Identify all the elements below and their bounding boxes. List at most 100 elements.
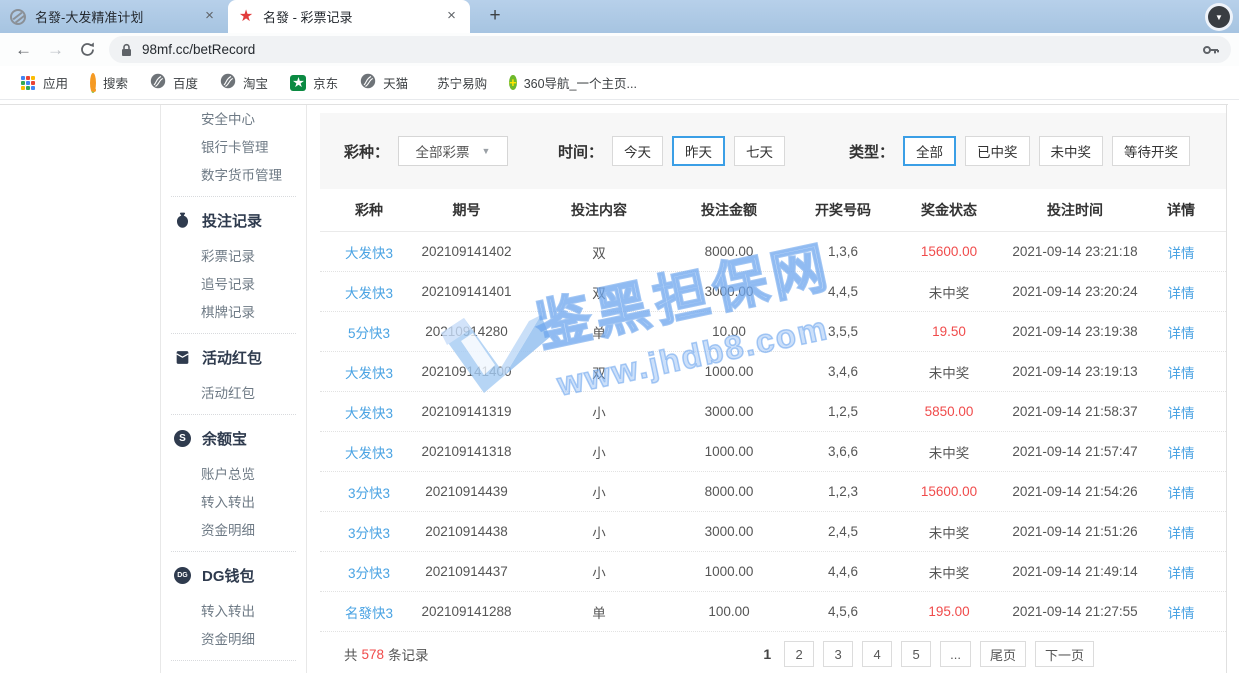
detail-link[interactable]: 详情 — [1149, 522, 1213, 542]
detail-link[interactable]: 详情 — [1149, 402, 1213, 422]
tab-plan[interactable]: 名發-大发精准计划 × — [0, 0, 228, 33]
cell-content: 小 — [529, 442, 669, 462]
column-header: 投注时间 — [1001, 200, 1149, 220]
lottery-select[interactable]: 全部彩票 ▼ — [398, 136, 508, 166]
time-filter-button-2[interactable]: 七天 — [734, 136, 785, 166]
type-filter-label: 类型： — [849, 141, 894, 162]
sidebar-item-label: 追号记录 — [201, 277, 255, 292]
type-filter-button-3[interactable]: 等待开奖 — [1112, 136, 1190, 166]
cell-lottery[interactable]: 5分快3 — [334, 322, 404, 342]
tab-title: 名發 - 彩票记录 — [263, 7, 437, 26]
type-filter-button-1[interactable]: 已中奖 — [965, 136, 1030, 166]
close-tab-icon[interactable]: × — [443, 8, 460, 25]
chevron-down-icon: ▼ — [482, 146, 491, 156]
cell-lottery[interactable]: 3分快3 — [334, 482, 404, 502]
sidebar-section-4[interactable]: 投注记录 — [161, 203, 306, 237]
sidebar-item-18[interactable]: 转入转出 — [161, 598, 306, 626]
back-button[interactable]: ← — [15, 41, 32, 58]
type-filter-button-0[interactable]: 全部 — [903, 136, 956, 166]
cell-amount: 3000.00 — [669, 284, 789, 299]
reload-icon[interactable] — [79, 41, 96, 58]
sidebar-item-label: DG钱包 — [202, 565, 255, 586]
cell-lottery[interactable]: 大发快3 — [334, 442, 404, 462]
page-last-button[interactable]: 尾页 — [980, 641, 1026, 667]
cell-numbers: 1,3,6 — [789, 244, 897, 259]
detail-link[interactable]: 详情 — [1149, 362, 1213, 382]
cell-lottery[interactable]: 大发快3 — [334, 362, 404, 382]
sidebar-section-17[interactable]: DGDG钱包 — [161, 558, 306, 592]
bookmarks-bar: 应用搜索百度淘宝京东天猫苏宁易购+360导航_一个主页... — [0, 66, 1239, 100]
tab-bet-record[interactable]: ★ 名發 - 彩票记录 × — [228, 0, 470, 33]
browser-control-button[interactable]: ▼ — [1205, 3, 1233, 31]
sidebar-item-15[interactable]: 资金明细 — [161, 517, 306, 545]
cell-lottery[interactable]: 大发快3 — [334, 242, 404, 262]
cell-content: 小 — [529, 482, 669, 502]
key-icon[interactable] — [1202, 43, 1220, 57]
bookmark-item[interactable]: 淘宝 — [209, 73, 279, 92]
sidebar-item-19[interactable]: 资金明细 — [161, 626, 306, 654]
cell-lottery[interactable]: 3分快3 — [334, 562, 404, 582]
table-row: 名發快3202109141288单100.004,5,6195.002021-0… — [320, 592, 1226, 632]
new-tab-button[interactable]: + — [482, 5, 508, 29]
bookmark-item[interactable]: 应用 — [9, 73, 79, 92]
bookmark-item[interactable]: 京东 — [279, 73, 349, 92]
page-button-5[interactable]: 5 — [901, 641, 931, 667]
sidebar-divider — [171, 196, 296, 197]
close-tab-icon[interactable]: × — [201, 8, 218, 25]
lottery-select-value: 全部彩票 — [416, 141, 470, 161]
detail-link[interactable]: 详情 — [1149, 562, 1213, 582]
cell-issue: 202109141318 — [404, 444, 529, 459]
detail-link[interactable]: 详情 — [1149, 282, 1213, 302]
page-button-4[interactable]: 4 — [862, 641, 892, 667]
chevron-down-icon: ▼ — [1208, 6, 1230, 28]
url-text[interactable]: 98mf.cc/betRecord — [142, 42, 1202, 57]
cell-content: 双 — [529, 242, 669, 262]
sidebar-item-5[interactable]: 彩票记录 — [161, 243, 306, 271]
star-favicon-icon: ★ — [238, 9, 254, 25]
bookmark-item[interactable]: 搜索 — [79, 73, 139, 92]
total-records-count: 578 — [362, 647, 385, 662]
bookmark-item[interactable]: 苏宁易购 — [419, 73, 498, 92]
page-button-3[interactable]: 3 — [823, 641, 853, 667]
bookmark-item[interactable]: 百度 — [139, 73, 209, 92]
cell-lottery[interactable]: 大发快3 — [334, 402, 404, 422]
table-row: 大发快3202109141402双8000.001,3,615600.00202… — [320, 232, 1226, 272]
sidebar-section-9[interactable]: 活动红包 — [161, 340, 306, 374]
cell-content: 小 — [529, 522, 669, 542]
sidebar-item-6[interactable]: 追号记录 — [161, 271, 306, 299]
cell-lottery[interactable]: 大发快3 — [334, 282, 404, 302]
detail-link[interactable]: 详情 — [1149, 322, 1213, 342]
sidebar-divider — [171, 414, 296, 415]
sidebar-item-13[interactable]: 账户总览 — [161, 461, 306, 489]
detail-link[interactable]: 详情 — [1149, 442, 1213, 462]
detail-link[interactable]: 详情 — [1149, 482, 1213, 502]
address-bar[interactable]: 98mf.cc/betRecord — [109, 36, 1231, 63]
sidebar-item-0[interactable]: 安全中心 — [161, 106, 306, 134]
cell-numbers: 4,4,6 — [789, 564, 897, 579]
column-header: 奖金状态 — [897, 200, 1001, 220]
bookmark-label: 应用 — [43, 73, 68, 92]
sidebar-item-2[interactable]: 数字货币管理 — [161, 162, 306, 190]
360-nav-icon: + — [509, 75, 517, 90]
time-filter-button-1[interactable]: 昨天 — [672, 136, 725, 166]
bookmark-item[interactable]: 天猫 — [349, 73, 419, 92]
page-button-...[interactable]: ... — [940, 641, 971, 667]
sidebar-item-1[interactable]: 银行卡管理 — [161, 134, 306, 162]
sidebar-item-14[interactable]: 转入转出 — [161, 489, 306, 517]
globe-icon — [360, 73, 376, 92]
detail-link[interactable]: 详情 — [1149, 602, 1213, 622]
cell-amount: 8000.00 — [669, 244, 789, 259]
bookmark-item[interactable]: +360导航_一个主页... — [498, 73, 648, 92]
cell-lottery[interactable]: 3分快3 — [334, 522, 404, 542]
cell-lottery[interactable]: 名發快3 — [334, 602, 404, 622]
sidebar-section-12[interactable]: S余额宝 — [161, 421, 306, 455]
time-filter-button-0[interactable]: 今天 — [612, 136, 663, 166]
page-next-button[interactable]: 下一页 — [1035, 641, 1094, 667]
type-filter-button-2[interactable]: 未中奖 — [1039, 136, 1104, 166]
sidebar-item-7[interactable]: 棋牌记录 — [161, 299, 306, 327]
sidebar-item-10[interactable]: 活动红包 — [161, 380, 306, 408]
cell-content: 小 — [529, 562, 669, 582]
sidebar-section-21[interactable]: ♣资金管理 — [161, 667, 306, 673]
detail-link[interactable]: 详情 — [1149, 242, 1213, 262]
page-button-2[interactable]: 2 — [784, 641, 814, 667]
